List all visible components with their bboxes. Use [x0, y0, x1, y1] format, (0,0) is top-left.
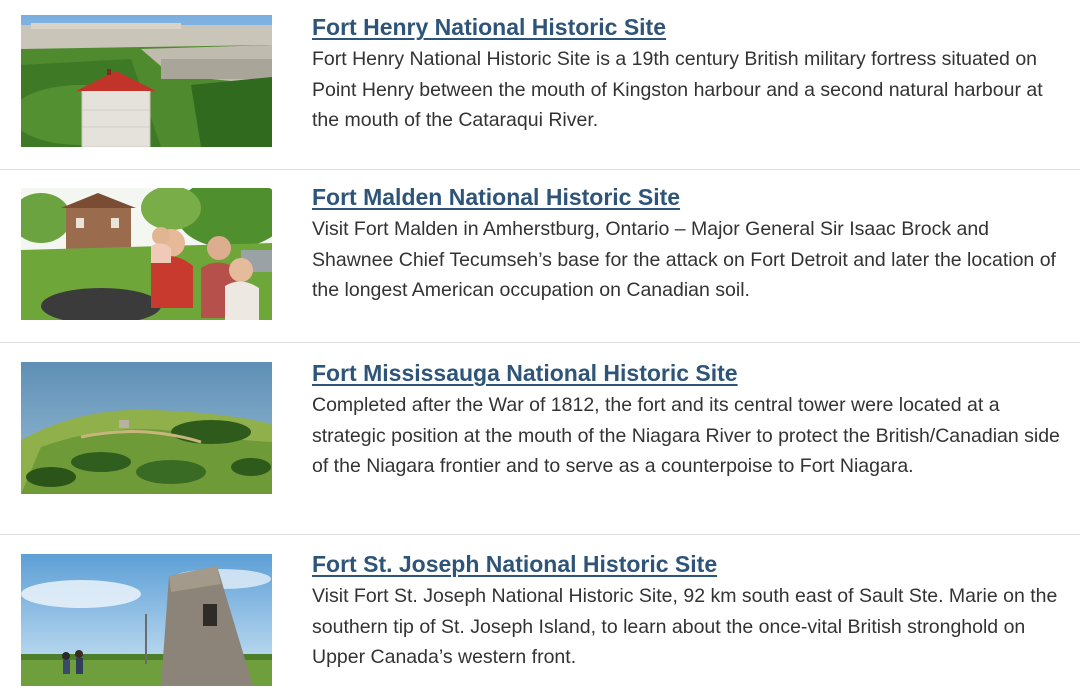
- fort-mississauga-thumbnail[interactable]: [21, 362, 272, 494]
- fort-henry-thumbnail[interactable]: [21, 15, 272, 147]
- site-description: Fort Henry National Historic Site is a 1…: [312, 48, 1043, 131]
- list-item: Fort St. Joseph National Historic Site V…: [0, 535, 1080, 699]
- site-title-link[interactable]: Fort St. Joseph National Historic Site: [312, 550, 1060, 578]
- list-item: Fort Malden National Historic Site Visit…: [0, 170, 1080, 343]
- site-title-link[interactable]: Fort Henry National Historic Site: [312, 13, 1060, 41]
- historic-sites-list: Fort Henry National Historic Site Fort H…: [0, 0, 1080, 699]
- list-item: Fort Mississauga National Historic Site …: [0, 343, 1080, 535]
- site-description: Visit Fort Malden in Amherstburg, Ontari…: [312, 218, 1056, 301]
- site-title-link[interactable]: Fort Malden National Historic Site: [312, 183, 1060, 211]
- fort-malden-thumbnail[interactable]: [21, 188, 272, 320]
- site-description: Visit Fort St. Joseph National Historic …: [312, 585, 1058, 668]
- list-item: Fort Henry National Historic Site Fort H…: [0, 0, 1080, 170]
- site-title-link[interactable]: Fort Mississauga National Historic Site: [312, 359, 1060, 387]
- site-description: Completed after the War of 1812, the for…: [312, 394, 1060, 477]
- fort-st-joseph-thumbnail[interactable]: [21, 554, 272, 686]
